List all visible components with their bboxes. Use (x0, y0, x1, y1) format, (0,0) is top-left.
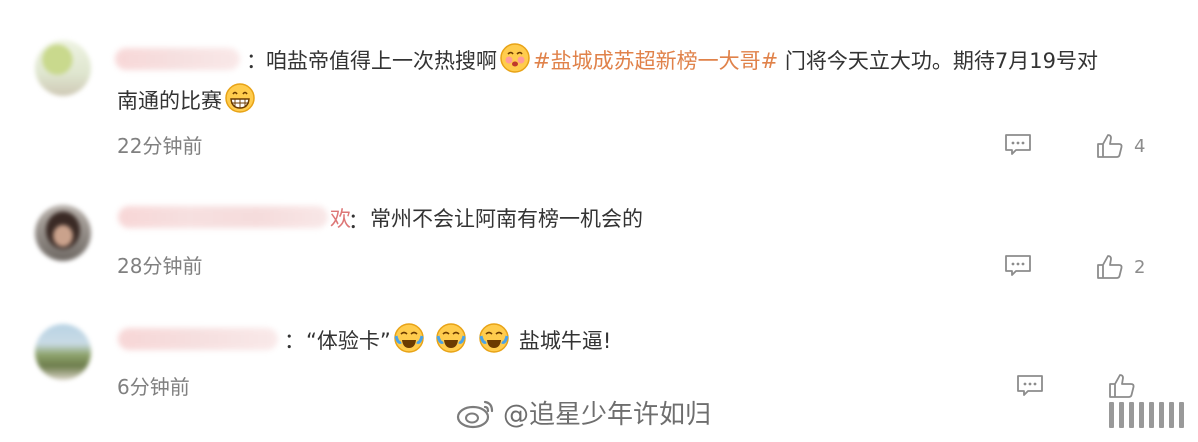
crying-laughing-emoji-icon (393, 322, 425, 364)
watermark: @追星少年许如归 (455, 394, 711, 431)
like-count: 2 (1134, 256, 1146, 278)
avatar[interactable] (35, 40, 91, 96)
comment-text-line-2: 南通的比赛 (117, 82, 258, 124)
comment-text: “体验卡” 盐城牛逼! (306, 322, 611, 364)
username-blurred[interactable] (118, 206, 328, 228)
reply-button[interactable] (1004, 133, 1032, 157)
blushing-face-emoji-icon (499, 42, 531, 84)
comment-text: 常州不会让阿南有榜一机会的 (370, 207, 643, 231)
colon: ： (348, 209, 369, 233)
comment-text-after: 盐城牛逼! (518, 329, 612, 353)
comment-time: 28分钟前 (117, 254, 203, 278)
crying-laughing-emoji-icon (435, 322, 467, 364)
avatar[interactable] (35, 324, 91, 380)
crying-laughing-emoji-icon (478, 322, 510, 364)
watermark-bars (1109, 402, 1184, 428)
comment-time: 6分钟前 (117, 375, 190, 399)
comment-text-prefix: 咱盐帝值得上一次热搜啊 (266, 49, 497, 73)
watermark-text: @追星少年许如归 (503, 400, 712, 430)
comment-icon (1005, 134, 1031, 155)
comment-time: 22分钟前 (117, 134, 203, 158)
username-blurred[interactable] (115, 48, 240, 70)
like-button[interactable]: 2 (1096, 253, 1145, 281)
colon: ： (246, 49, 267, 73)
comment-text-line2-text: 南通的比赛 (117, 89, 222, 113)
comment-text: 咱盐帝值得上一次热搜啊 #盐城成苏超新榜一大哥# 门将今天立大功。期待7月19号… (266, 42, 1098, 84)
comment-text-suffix: 门将今天立大功。期待7月19号对 (784, 49, 1098, 73)
topic-link[interactable]: #盐城成苏超新榜一大哥# (533, 49, 778, 73)
like-button[interactable]: 4 (1096, 132, 1145, 160)
colon: ： (284, 329, 305, 353)
grinning-face-emoji-icon (224, 82, 256, 124)
thumbs-up-icon (1109, 374, 1135, 398)
thumbs-up-icon (1097, 255, 1123, 279)
thumbs-up-icon (1097, 134, 1123, 158)
weibo-logo-icon (456, 400, 494, 428)
reply-button[interactable] (1004, 254, 1032, 278)
comment-icon (1017, 375, 1043, 396)
avatar[interactable] (35, 205, 91, 261)
like-button[interactable] (1108, 372, 1136, 400)
username-blurred[interactable] (118, 328, 278, 350)
like-count: 4 (1134, 135, 1146, 157)
comment-icon (1005, 255, 1031, 276)
quote-text: “体验卡” (306, 329, 391, 353)
comment-list-page: { "comments": [ { "text_prefix": "咱盐帝值得上… (0, 0, 1198, 442)
reply-button[interactable] (1016, 374, 1044, 398)
